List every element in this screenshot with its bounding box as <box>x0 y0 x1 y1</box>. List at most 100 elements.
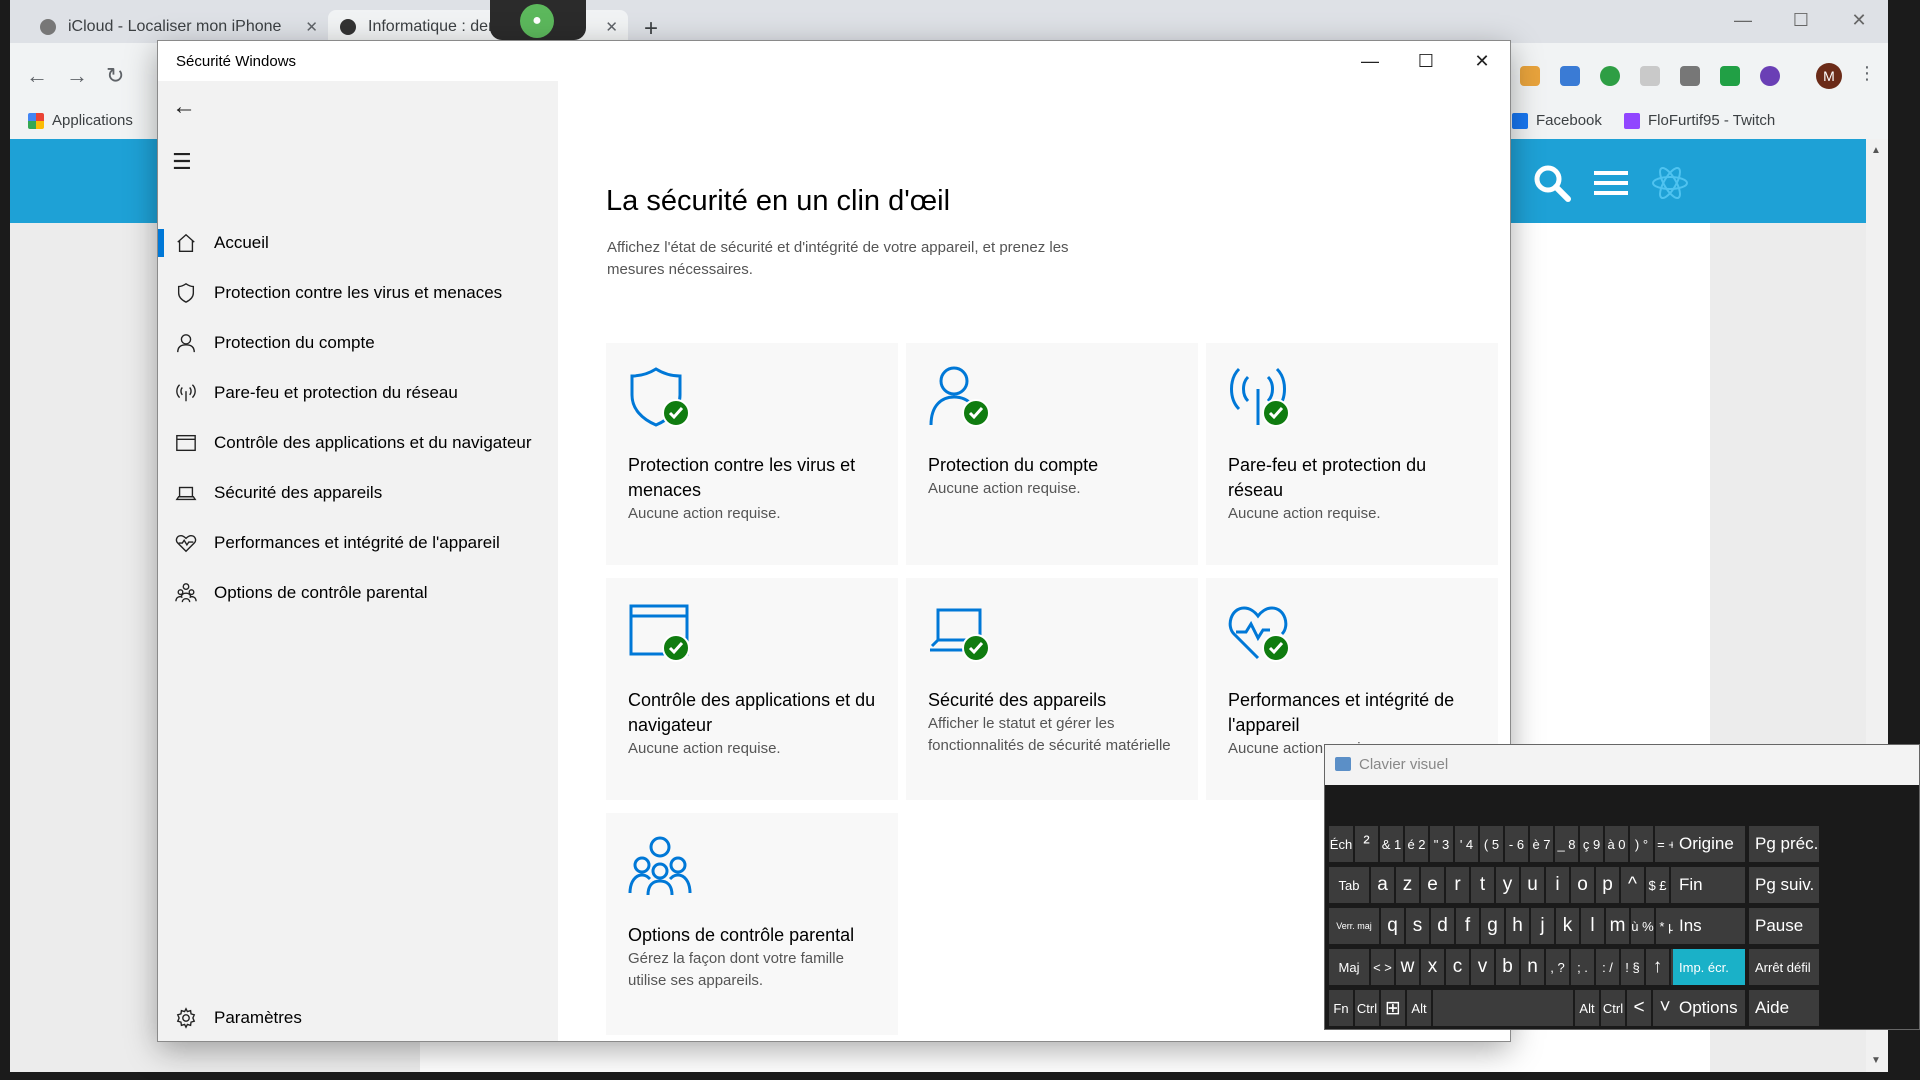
key-e[interactable]: e <box>1421 867 1444 903</box>
key-s[interactable]: s <box>1406 908 1429 944</box>
kebab-menu-icon[interactable]: ⋮ <box>1858 63 1876 84</box>
back-button[interactable]: ← <box>26 63 48 89</box>
key-p[interactable]: p <box>1596 867 1619 903</box>
key-<[interactable]: < <box>1627 990 1651 1026</box>
extension-green-icon[interactable] <box>1600 66 1620 86</box>
key-j[interactable]: j <box>1531 908 1554 944</box>
key-²[interactable]: ² <box>1355 826 1378 862</box>
key-arrêt-défil[interactable]: Arrêt défil <box>1749 949 1819 985</box>
key-w[interactable]: w <box>1396 949 1419 985</box>
key-b[interactable]: b <box>1496 949 1519 985</box>
maximize-button[interactable]: ☐ <box>1398 41 1454 81</box>
key-é-2[interactable]: é 2 <box>1405 826 1428 862</box>
key-f[interactable]: f <box>1456 908 1479 944</box>
key-options[interactable]: Options <box>1673 990 1745 1026</box>
key-h[interactable]: h <box>1506 908 1529 944</box>
extension-tools-icon[interactable] <box>1680 66 1700 86</box>
key-t[interactable]: t <box>1471 867 1494 903</box>
extension-cookie-icon[interactable] <box>1520 66 1540 86</box>
key-z[interactable]: z <box>1396 867 1419 903</box>
key-ù-%[interactable]: ù % <box>1631 908 1654 944</box>
sidebar-item-virus-protection[interactable]: Protection contre les virus et menaces <box>158 273 558 313</box>
close-button[interactable]: ✕ <box>1454 41 1510 81</box>
sidebar-item-settings[interactable]: Paramètres <box>158 998 558 1038</box>
scroll-down-icon[interactable]: ▼ <box>1871 1055 1881 1066</box>
key-fn[interactable]: Fn <box>1329 990 1353 1026</box>
key-ctrl[interactable]: Ctrl <box>1355 990 1379 1026</box>
key-⊞[interactable]: ⊞ <box>1381 990 1405 1026</box>
extension-globe-icon[interactable] <box>1560 66 1580 86</box>
key-space[interactable] <box>1433 990 1573 1026</box>
bookmark-apps[interactable]: Applications <box>28 112 133 129</box>
key-éch[interactable]: Éch <box>1329 826 1353 862</box>
close-icon[interactable]: ✕ <box>605 18 618 36</box>
extension-purple-icon[interactable] <box>1760 66 1780 86</box>
key-o[interactable]: o <box>1571 867 1594 903</box>
key-ctrl[interactable]: Ctrl <box>1601 990 1625 1026</box>
key-r[interactable]: r <box>1446 867 1469 903</box>
key-g[interactable]: g <box>1481 908 1504 944</box>
key-$-£[interactable]: $ £ <box>1646 867 1669 903</box>
key-)-°[interactable]: ) ° <box>1630 826 1653 862</box>
forward-button[interactable]: → <box>66 63 88 89</box>
sidebar-item-app-browser-control[interactable]: Contrôle des applications et du navigate… <box>158 423 558 463</box>
key-alt[interactable]: Alt <box>1407 990 1431 1026</box>
key-↑[interactable]: ↑ <box>1646 949 1669 985</box>
scroll-up-icon[interactable]: ▲ <box>1871 145 1881 156</box>
key-q[interactable]: q <box>1381 908 1404 944</box>
sidebar-item-device-security[interactable]: Sécurité des appareils <box>158 473 558 513</box>
avatar[interactable]: M <box>1816 63 1842 89</box>
key-è-7[interactable]: è 7 <box>1530 826 1553 862</box>
key-l[interactable]: l <box>1581 908 1604 944</box>
key-pg-suiv-[interactable]: Pg suiv. <box>1749 867 1819 903</box>
key-origine[interactable]: Origine <box>1673 826 1745 862</box>
card-account-protection[interactable]: Protection du compte Aucune action requi… <box>906 343 1198 565</box>
extension-screen-icon[interactable] <box>1720 66 1740 86</box>
hamburger-menu-icon[interactable]: ☰ <box>172 149 192 175</box>
back-arrow-icon[interactable]: ← <box>172 93 196 121</box>
reload-button[interactable]: ↻ <box>106 63 124 89</box>
key-'-4[interactable]: ' 4 <box>1455 826 1478 862</box>
new-tab-button[interactable]: + <box>644 15 658 43</box>
key-imp-écr-[interactable]: Imp. écr. <box>1673 949 1745 985</box>
key-y[interactable]: y <box>1496 867 1519 903</box>
browser-maximize-button[interactable]: ☐ <box>1772 0 1830 40</box>
key-x[interactable]: x <box>1421 949 1444 985</box>
key-&-1[interactable]: & 1 <box>1380 826 1403 862</box>
sidebar-item-parental-options[interactable]: Options de contrôle parental <box>158 573 558 613</box>
key-n[interactable]: n <box>1521 949 1544 985</box>
key-pg-préc-[interactable]: Pg préc. <box>1749 826 1819 862</box>
browser-close-button[interactable]: ✕ <box>1830 0 1888 40</box>
tab-icloud[interactable]: iCloud - Localiser mon iPhone ✕ <box>28 10 328 43</box>
key-à-0[interactable]: à 0 <box>1605 826 1628 862</box>
card-app-browser-control[interactable]: Contrôle des applications et du navigate… <box>606 578 898 800</box>
key-m[interactable]: m <box>1606 908 1629 944</box>
search-icon[interactable] <box>1532 163 1572 203</box>
key-,-?[interactable]: , ? <box>1546 949 1569 985</box>
key-(-5[interactable]: ( 5 <box>1480 826 1503 862</box>
key-!-§[interactable]: ! § <box>1621 949 1644 985</box>
key-pause[interactable]: Pause <box>1749 908 1819 944</box>
key-:-/[interactable]: : / <box>1596 949 1619 985</box>
key-u[interactable]: u <box>1521 867 1544 903</box>
key-i[interactable]: i <box>1546 867 1569 903</box>
key-k[interactable]: k <box>1556 908 1579 944</box>
key-c[interactable]: c <box>1446 949 1469 985</box>
key-_-8[interactable]: _ 8 <box>1555 826 1578 862</box>
minimize-button[interactable]: — <box>1342 41 1398 81</box>
extension-mail-icon[interactable] <box>1640 66 1660 86</box>
sidebar-item-firewall[interactable]: Pare-feu et protection du réseau <box>158 373 558 413</box>
menu-icon[interactable] <box>1592 163 1630 203</box>
key-v[interactable]: v <box>1471 949 1494 985</box>
card-virus-protection[interactable]: Protection contre les virus et menaces A… <box>606 343 898 565</box>
key-ç-9[interactable]: ç 9 <box>1580 826 1603 862</box>
sidebar-item-accueil[interactable]: Accueil <box>158 223 558 263</box>
browser-minimize-button[interactable]: — <box>1714 0 1772 40</box>
sidebar-item-account-protection[interactable]: Protection du compte <box>158 323 558 363</box>
key-tab[interactable]: Tab <box>1329 867 1369 903</box>
key-d[interactable]: d <box>1431 908 1454 944</box>
key-alt[interactable]: Alt <box>1575 990 1599 1026</box>
key-maj[interactable]: Maj <box>1329 949 1369 985</box>
bookmark-twitch[interactable]: FloFurtif95 - Twitch <box>1624 112 1775 129</box>
key-verr.-maj[interactable]: Verr. maj <box>1329 908 1379 944</box>
